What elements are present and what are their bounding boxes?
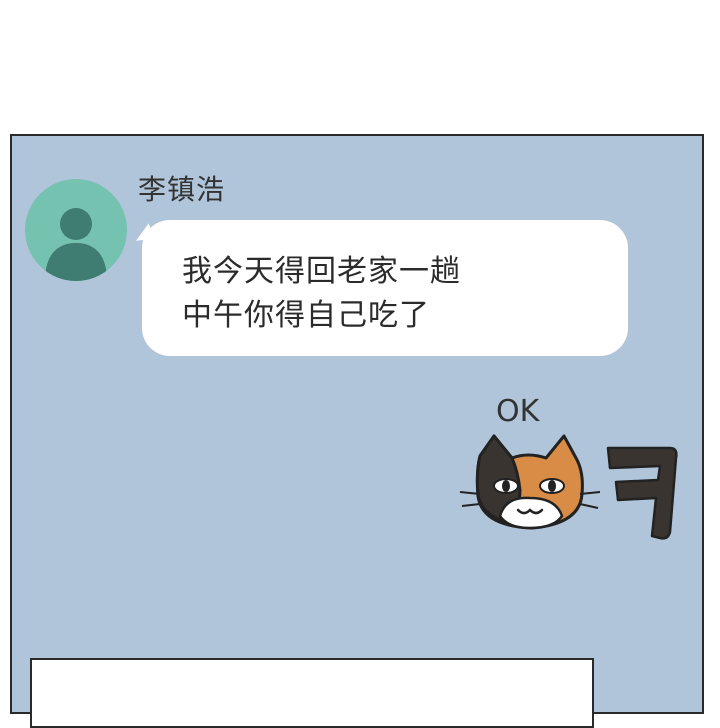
sender-avatar[interactable]: [25, 179, 127, 281]
reply-message[interactable]: OK: [496, 394, 539, 429]
next-message-panel: [30, 658, 594, 728]
message-line: 我今天得回老家一趟: [182, 254, 461, 289]
cat-sticker-icon[interactable]: [458, 432, 678, 552]
chat-panel: 李镇浩 我今天得回老家一趟 中午你得自己吃了 OK: [10, 134, 704, 728]
incoming-message-bubble[interactable]: 我今天得回老家一趟 中午你得自己吃了: [142, 220, 628, 356]
message-line: 中午你得自己吃了: [182, 298, 430, 333]
sender-name: 李镇浩: [138, 173, 226, 206]
person-silhouette-icon: [45, 208, 107, 281]
laugh-glyph-icon: [606, 446, 678, 540]
cat-head: [459, 434, 601, 530]
